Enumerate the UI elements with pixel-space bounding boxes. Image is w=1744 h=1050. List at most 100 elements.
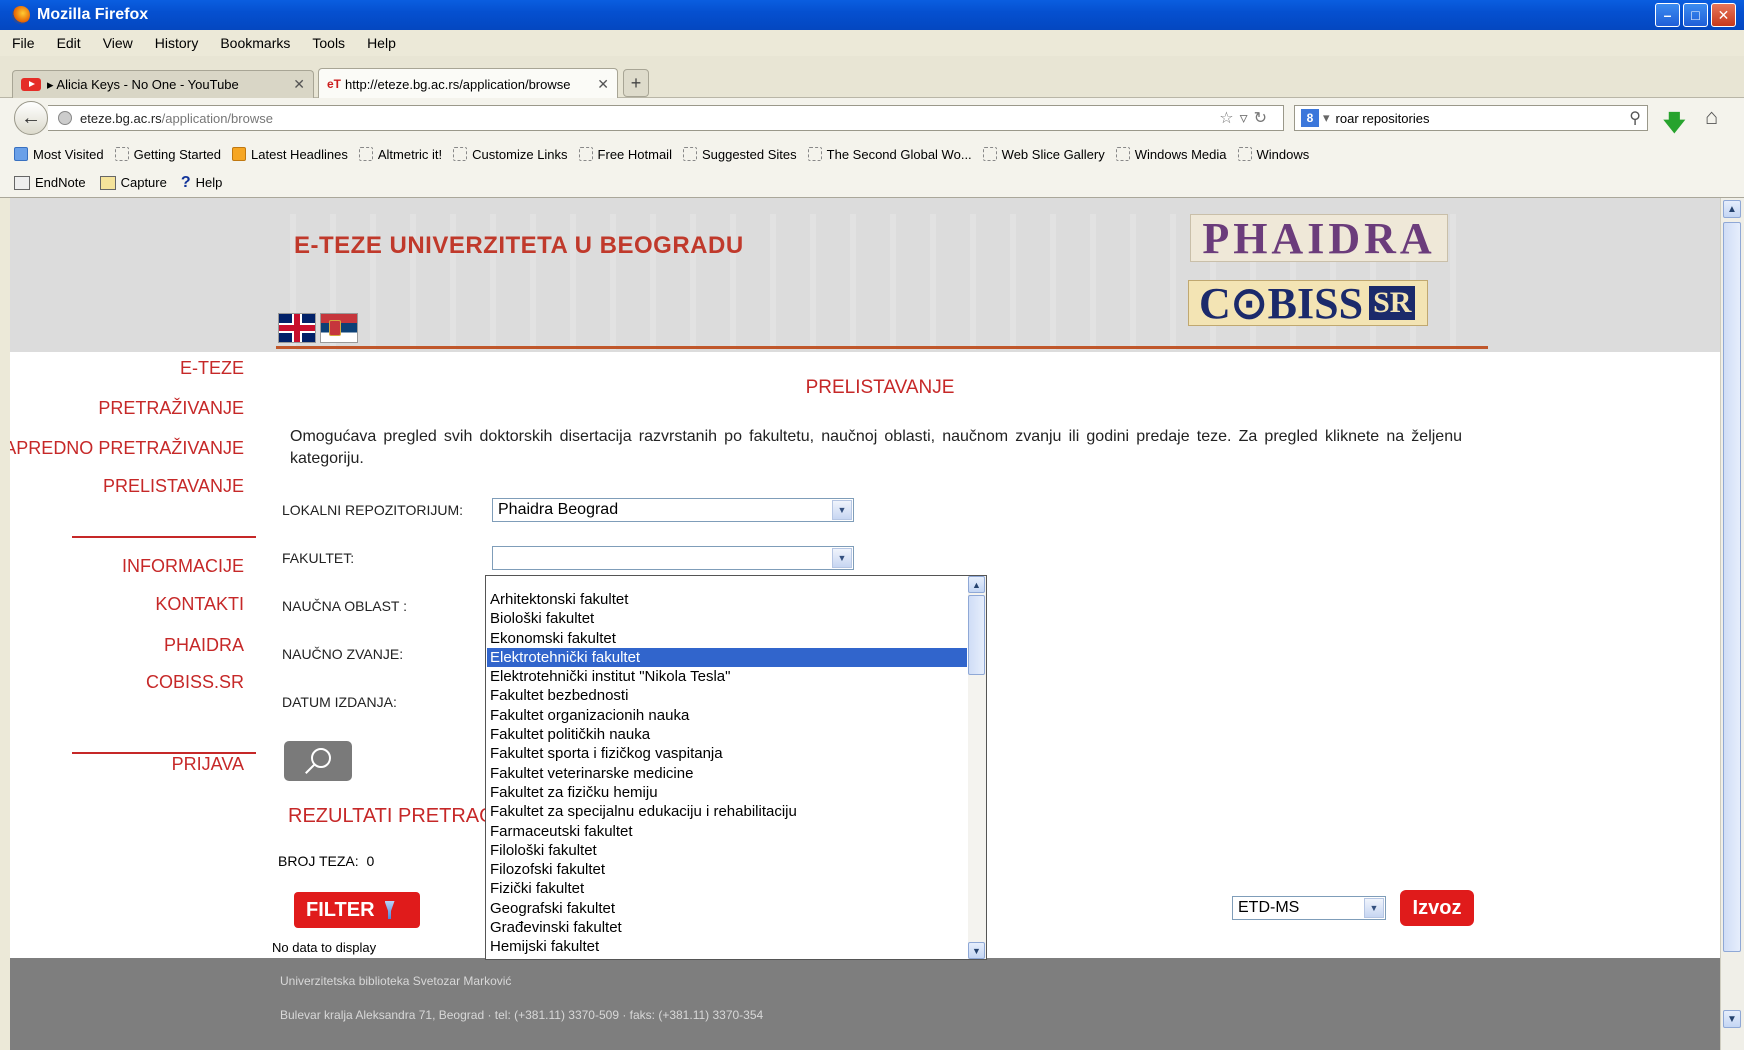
search-box[interactable]: 8 ▾ roar repositories ⚲ <box>1294 105 1648 131</box>
bookmark-star-icon[interactable]: ☆▿↻ <box>1219 108 1273 128</box>
search-input[interactable]: roar repositories <box>1336 111 1430 126</box>
menu-edit[interactable]: Edit <box>53 35 85 51</box>
english-flag-icon[interactable] <box>278 313 316 343</box>
bookmark-second-global[interactable]: The Second Global Wo... <box>807 147 972 162</box>
faculty-option[interactable]: Elektrotehnički institut "Nikola Tesla" <box>487 667 967 686</box>
search-icon[interactable]: ⚲ <box>1629 108 1641 128</box>
faculty-dropdown-list[interactable]: Arhitektonski fakultet Biološki fakultet E… <box>485 575 987 960</box>
close-tab-icon[interactable]: ✕ <box>293 76 305 93</box>
phaidra-logo[interactable]: PHAIDRA <box>1190 214 1448 263</box>
scroll-down-icon[interactable]: ▼ <box>1723 1010 1741 1028</box>
bookmark-windows-media[interactable]: Windows Media <box>1115 147 1227 162</box>
faculty-option[interactable]: Biološki fakultet <box>487 609 967 628</box>
google-icon[interactable]: 8 <box>1301 109 1319 127</box>
faculty-option[interactable]: Hemijski fakultet <box>487 937 967 956</box>
nav-napredno-pretrazivanje[interactable]: NAPREDNO PRETRAŽIVANJE <box>10 438 244 459</box>
faculty-option[interactable]: Filozofski fakultet <box>487 860 967 879</box>
chevron-down-icon[interactable]: ▼ <box>1364 898 1384 918</box>
nav-cobiss[interactable]: COBISS.SR <box>146 672 244 693</box>
nav-pretrazivanje[interactable]: PRETRAŽIVANJE <box>98 398 244 419</box>
bookmark-windows[interactable]: Windows <box>1237 147 1309 162</box>
faculty-option[interactable]: Fakultet za specijalnu edukaciju i rehab… <box>487 802 967 821</box>
faculty-option[interactable]: Geografski fakultet <box>487 899 967 918</box>
faculty-option[interactable]: Filološki fakultet <box>487 841 967 860</box>
nav-phaidra[interactable]: PHAIDRA <box>164 635 244 656</box>
scroll-thumb[interactable] <box>1723 222 1741 952</box>
chevron-down-icon[interactable]: ▼ <box>832 548 852 568</box>
nav-eteze[interactable]: E-TEZE <box>180 358 244 379</box>
nav-kontakti[interactable]: KONTAKTI <box>155 594 244 615</box>
scroll-thumb[interactable] <box>968 595 985 675</box>
menu-history[interactable]: History <box>151 35 203 51</box>
bookmark-page-icon <box>358 147 373 161</box>
field-label: NAUČNA OBLAST : <box>282 598 408 614</box>
cobiss-logo[interactable]: C⊙BISS SR <box>1188 279 1428 328</box>
bookmark-page-icon <box>1237 147 1252 161</box>
export-button[interactable]: Izvoz <box>1400 890 1474 926</box>
faculty-option[interactable]: Fakultet za fizičku hemiju <box>487 783 967 802</box>
faculty-option[interactable]: Elektrotehnički fakultet <box>487 647 967 668</box>
scroll-down-icon[interactable]: ▼ <box>968 942 985 959</box>
export-format-select[interactable]: ETD-MS ▼ <box>1232 896 1386 920</box>
faculty-option[interactable]: Fakultet bezbednosti <box>487 686 967 705</box>
nav-prijava[interactable]: PRIJAVA <box>172 754 244 775</box>
filter-button[interactable]: FILTER <box>294 892 420 928</box>
maximize-button[interactable]: □ <box>1683 3 1708 27</box>
search-engine-dropdown-icon[interactable]: ▾ <box>1323 110 1330 126</box>
bookmark-altmetric[interactable]: Altmetric it! <box>358 147 442 162</box>
minimize-button[interactable]: – <box>1655 3 1680 27</box>
bookmark-web-slice-gallery[interactable]: Web Slice Gallery <box>982 146 1105 162</box>
menu-help[interactable]: Help <box>363 35 400 51</box>
url-path: /application/browse <box>161 110 273 126</box>
faculty-option[interactable]: Farmaceutski fakultet <box>487 822 967 841</box>
menu-view[interactable]: View <box>99 35 137 51</box>
faculty-option[interactable]: Fakultet sporta i fizičkog vaspitanja <box>487 744 967 763</box>
faculty-option[interactable]: Arhitektonski fakultet <box>487 590 967 609</box>
chevron-down-icon[interactable]: ▼ <box>832 500 852 520</box>
page-scrollbar[interactable]: ▲ ▼ <box>1720 198 1744 1050</box>
export-format-value: ETD-MS <box>1238 899 1300 916</box>
tab-eteze[interactable]: eT http://eteze.bg.ac.rs/application/bro… <box>318 68 618 99</box>
address-bar[interactable]: eteze.bg.ac.rs/application/browse ☆▿↻ <box>48 105 1284 131</box>
dropdown-scrollbar[interactable]: ▲ ▼ <box>968 576 986 959</box>
serbian-flag-icon[interactable] <box>320 313 358 343</box>
menu-tools[interactable]: Tools <box>308 35 349 51</box>
bookmark-latest-headlines[interactable]: Latest Headlines <box>232 147 348 162</box>
repo-select[interactable]: Phaidra Beograd ▼ <box>492 498 854 522</box>
bookmark-customize-links[interactable]: Customize Links <box>453 147 568 162</box>
faculty-option[interactable]: Građevinski fakultet <box>487 918 967 937</box>
endnote-button[interactable]: EndNote <box>14 175 86 190</box>
back-button[interactable]: ← <box>14 101 48 135</box>
close-tab-icon[interactable]: ✕ <box>597 76 609 93</box>
repo-select-value: Phaidra Beograd <box>498 501 619 518</box>
tab-youtube[interactable]: ▸ Alicia Keys - No One - YouTube ✕ <box>12 70 314 98</box>
faculty-option[interactable]: Fakultet političkih nauka <box>487 725 967 744</box>
bookmark-most-visited[interactable]: Most Visited <box>14 147 104 162</box>
faculty-option[interactable]: Ekonomski fakultet <box>487 629 967 648</box>
capture-button[interactable]: Capture <box>99 175 167 190</box>
menu-bookmarks[interactable]: Bookmarks <box>216 35 294 51</box>
close-window-button[interactable]: ✕ <box>1711 3 1736 27</box>
menu-file[interactable]: File <box>8 35 39 51</box>
new-tab-button[interactable]: + <box>623 69 649 97</box>
bookmark-label: Web Slice Gallery <box>1001 146 1105 162</box>
faculty-option[interactable]: Fakultet veterinarske medicine <box>487 764 967 783</box>
bookmark-suggested-sites[interactable]: Suggested Sites <box>682 146 797 162</box>
scroll-up-icon[interactable]: ▲ <box>1723 200 1741 218</box>
nav-informacije[interactable]: INFORMACIJE <box>122 556 244 577</box>
search-button[interactable] <box>284 741 352 781</box>
help-button[interactable]: ? Help <box>181 174 223 192</box>
bookmark-getting-started[interactable]: Getting Started <box>114 147 221 162</box>
download-icon[interactable]: 🡇 <box>1663 106 1686 144</box>
bookmark-page-icon <box>807 147 822 161</box>
faculty-select[interactable]: ▼ <box>492 546 854 570</box>
scroll-up-icon[interactable]: ▲ <box>968 576 985 593</box>
nav-prelistavanje[interactable]: PRELISTAVANJE <box>103 476 244 497</box>
bookmark-free-hotmail[interactable]: Free Hotmail <box>578 147 672 162</box>
funnel-icon <box>384 901 395 919</box>
bookmark-label: Suggested Sites <box>701 146 797 162</box>
home-icon[interactable]: ⌂ <box>1705 104 1718 130</box>
faculty-option[interactable]: Fizički fakultet <box>487 879 967 898</box>
tab-bar: ▸ Alicia Keys - No One - YouTube ✕ eT ht… <box>0 56 1744 99</box>
faculty-option[interactable]: Fakultet organizacionih nauka <box>487 706 967 725</box>
